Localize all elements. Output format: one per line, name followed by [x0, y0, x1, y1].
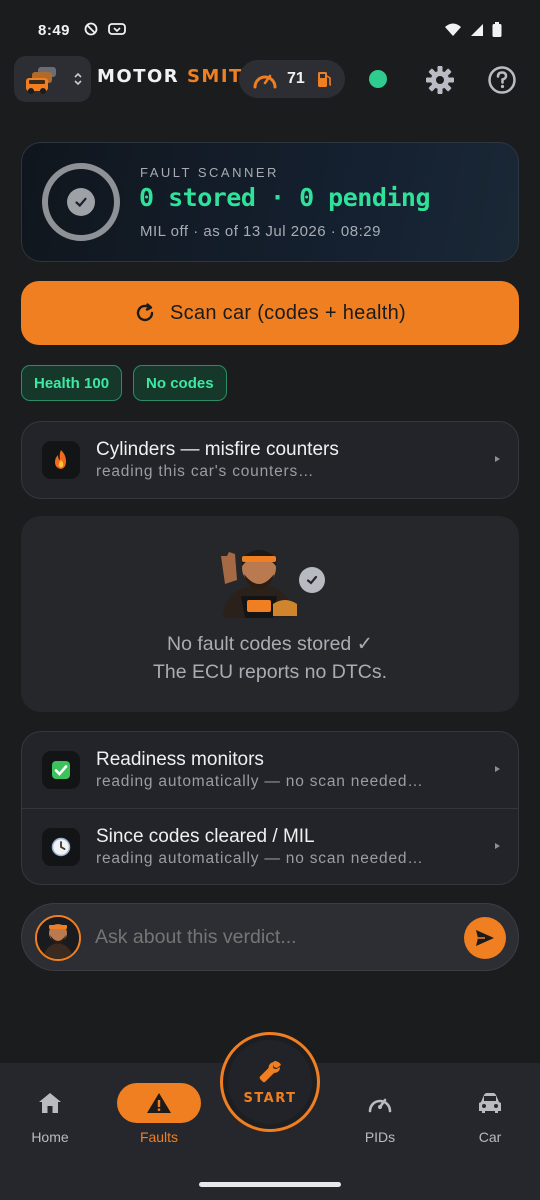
- vehicle-switcher[interactable]: [14, 56, 91, 102]
- help-button[interactable]: [486, 64, 518, 96]
- caret-right-icon: [495, 766, 500, 772]
- scan-car-label: Scan car (codes + health): [170, 301, 406, 324]
- nav-pids-label: PIDs: [364, 1129, 396, 1145]
- health-score-value: 71: [287, 70, 305, 87]
- cars-icon: [26, 67, 56, 94]
- ask-bar: [21, 903, 519, 971]
- health-chip[interactable]: Health 100: [21, 365, 123, 401]
- scanner-status-ring: [42, 163, 120, 241]
- car-icon: [479, 1093, 501, 1113]
- fuel-icon: [317, 72, 331, 87]
- scanner-label: FAULT SCANNER: [140, 165, 279, 180]
- refresh-icon: [136, 303, 154, 322]
- app-bar: MOTOR SMITH 71: [0, 56, 540, 104]
- cylinders-title: Cylinders — misfire counters: [96, 439, 339, 460]
- readiness-monitors-row[interactable]: Readiness monitors reading automatically…: [22, 732, 518, 808]
- status-bar: 8:49: [0, 0, 540, 56]
- ask-input[interactable]: [95, 926, 455, 949]
- home-indicator: [199, 1182, 341, 1187]
- status-notification-icons: [84, 22, 126, 36]
- nav-faults[interactable]: Faults: [109, 1083, 209, 1145]
- start-label: START: [243, 1090, 297, 1106]
- nav-faults-label: Faults: [139, 1129, 179, 1145]
- monitors-card: Readiness monitors reading automatically…: [21, 731, 519, 885]
- settings-button[interactable]: [424, 64, 456, 96]
- since-cleared-subtitle: reading automatically — no scan needed…: [96, 849, 424, 867]
- wifi-icon: [445, 23, 461, 36]
- clock-icon: [42, 827, 80, 866]
- gear-icon: [426, 66, 454, 94]
- scan-car-button[interactable]: Scan car (codes + health): [21, 281, 519, 345]
- cylinders-row[interactable]: Cylinders — misfire counters reading thi…: [22, 422, 518, 498]
- health-score-pill[interactable]: 71: [239, 60, 345, 98]
- since-cleared-title: Since codes cleared / MIL: [96, 825, 315, 847]
- brand-word-1: MOTOR: [97, 66, 180, 87]
- nav-home[interactable]: Home: [0, 1083, 100, 1145]
- nav-home-label: Home: [31, 1129, 69, 1145]
- caret-right-icon: [495, 843, 500, 849]
- dnd-icon: [84, 22, 98, 36]
- vpn-icon: [108, 23, 126, 35]
- start-button[interactable]: START: [220, 1032, 320, 1132]
- caret-right-icon: [495, 456, 500, 462]
- nav-car[interactable]: Car: [440, 1083, 540, 1145]
- home-icon: [39, 1093, 61, 1113]
- mechanic-avatar: [35, 915, 81, 961]
- check-box-icon: [42, 751, 80, 789]
- mechanic-mascot-icon: [221, 550, 297, 618]
- warning-icon: [147, 1093, 171, 1113]
- chevron-updown-icon: [74, 72, 82, 86]
- status-time: 8:49: [38, 22, 71, 39]
- connection-status-dot: [369, 70, 387, 88]
- nav-car-label: Car: [478, 1129, 502, 1145]
- speedometer-icon: [253, 74, 277, 89]
- scanner-status-text: MIL off · as of 13 Jul 2026 · 08:29: [140, 223, 381, 240]
- send-button[interactable]: [464, 917, 506, 959]
- no-codes-chip[interactable]: No codes: [133, 365, 227, 401]
- nav-pids[interactable]: PIDs: [330, 1083, 430, 1145]
- fire-icon: [42, 441, 80, 479]
- readiness-title: Readiness monitors: [96, 749, 264, 770]
- no-codes-card: No fault codes stored ✓ The ECU reports …: [21, 516, 519, 712]
- cylinders-card: Cylinders — misfire counters reading thi…: [21, 421, 519, 499]
- scanner-code-count: 0 stored · 0 pending: [139, 183, 431, 212]
- wrench-icon: [259, 1060, 281, 1082]
- signal-icon: [471, 23, 483, 36]
- battery-icon: [492, 22, 502, 37]
- status-system-icons: [444, 22, 502, 37]
- app-brand: MOTOR SMITH: [97, 66, 259, 87]
- empty-state-subtitle: The ECU reports no DTCs.: [152, 661, 388, 683]
- cylinders-subtitle: reading this car's counters…: [96, 463, 315, 480]
- check-circle-icon: [299, 567, 325, 593]
- since-cleared-row[interactable]: Since codes cleared / MIL reading automa…: [22, 808, 518, 884]
- gauge-icon: [368, 1098, 392, 1113]
- help-icon: [488, 66, 516, 94]
- check-circle-icon: [67, 188, 95, 216]
- send-icon: [476, 930, 494, 946]
- status-chips: Health 100 No codes: [21, 365, 227, 401]
- fault-scanner-card: FAULT SCANNER 0 stored · 0 pending MIL o…: [21, 142, 519, 262]
- empty-state-title: No fault codes stored ✓: [166, 633, 374, 655]
- readiness-subtitle: reading automatically — no scan needed…: [96, 773, 424, 790]
